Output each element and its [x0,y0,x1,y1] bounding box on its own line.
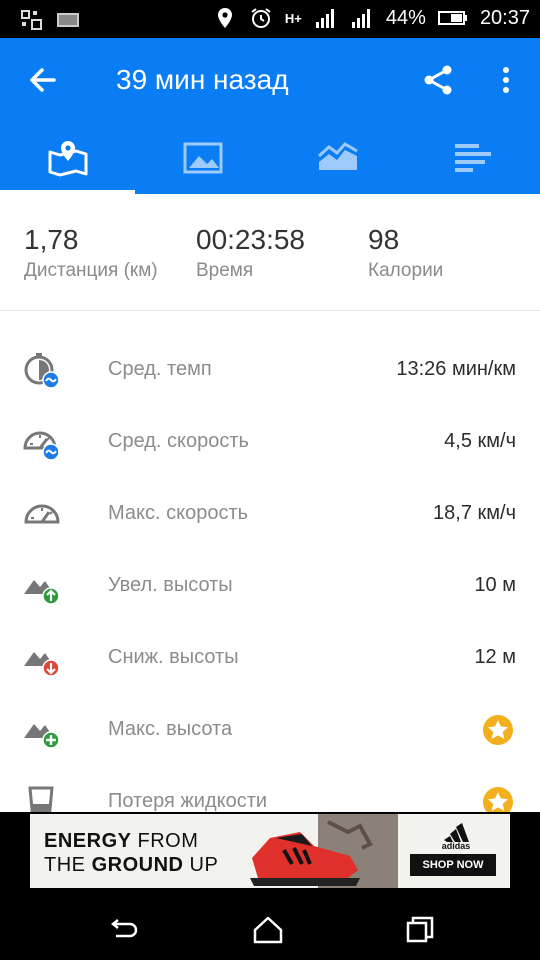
splits-icon [454,144,491,172]
tab-bar [0,122,540,194]
time-value: 00:23:58 [196,224,305,255]
distance-value: 1,78 [24,224,79,255]
page-title: 39 мин назад [116,64,289,95]
stat-label: Потеря жидкости [108,790,268,812]
ad-line2-pre: THE [44,854,92,876]
tab-photos[interactable] [135,122,270,194]
summary-calories: 98 Калории [368,224,443,282]
activity-summary: 1,78 Дистанция (км) 00:23:58 Время 98 Ка… [0,194,540,311]
max-altitude-icon [24,724,60,749]
network-type: H+ [284,10,302,26]
back-nav-icon[interactable] [104,912,140,948]
stat-label: Макс. высота [108,718,233,740]
more-options-icon[interactable] [494,62,518,98]
share-icon[interactable] [420,62,456,98]
map-icon [48,141,87,177]
stat-row-avg-pace: Сред. темп 13:26 мин/км [0,336,540,408]
chart-icon [317,142,358,170]
location-icon [217,8,232,28]
image-notification-icon [57,13,79,27]
elevation-gain-icon [24,580,60,605]
tab-splits[interactable] [405,122,540,194]
premium-star-icon[interactable] [482,714,514,746]
status-bar: H+ 44% 20:37 [0,0,540,38]
adidas-logo: adidas [442,823,471,850]
avg-speed-icon [23,431,60,461]
system-nav-bar [0,900,540,960]
ad-line1-rest: FROM [131,830,199,852]
battery-icon [437,11,467,25]
avg-pace-icon [24,353,60,389]
stat-label: Сред. скорость [108,430,249,452]
stat-row-elevation-gain: Увел. высоты 10 м [0,552,540,624]
calories-value: 98 [368,224,400,255]
svg-text:adidas: adidas [442,841,471,850]
ad-line2-bold: GROUND [91,854,184,876]
stat-row-avg-speed: Сред. скорость 4,5 км/ч [0,408,540,480]
ad-banner-container: ENERGY FROM THE GROUND UP adidas SHOP NO… [0,812,540,900]
battery-percent: 44% [385,6,426,29]
calories-label: Калории [368,260,444,281]
stat-row-max-altitude: Макс. высота [0,696,540,768]
back-arrow-icon[interactable] [24,62,60,98]
stat-value: 18,7 км/ч [433,502,516,524]
stat-row-max-speed: Макс. скорость 18,7 км/ч [0,480,540,552]
signal-icon-2 [351,9,370,28]
stat-value: 13:26 мин/км [396,358,516,380]
stat-label: Сред. темп [108,358,212,380]
summary-time: 00:23:58 Время [196,224,305,282]
elevation-loss-icon [24,652,60,677]
ad-line1-bold: ENERGY [44,830,132,852]
photo-icon [183,142,222,174]
summary-distance: 1,78 Дистанция (км) [24,224,158,282]
stat-row-elevation-loss: Сниж. высоты 12 м [0,624,540,696]
stat-value: 12 м [474,646,516,668]
tab-map[interactable] [0,122,135,194]
ad-headline-line1: ENERGY FROM [44,830,198,853]
max-speed-icon [24,504,60,524]
home-nav-icon[interactable] [250,912,286,948]
stat-value: 4,5 км/ч [444,430,516,452]
shoe-image [250,814,398,888]
stat-value: 10 м [474,574,516,596]
ad-banner[interactable]: ENERGY FROM THE GROUND UP adidas SHOP NO… [30,814,510,888]
tab-graphs[interactable] [270,122,405,194]
clock: 20:37 [479,6,530,29]
app-bar: 39 мин назад [0,38,540,122]
stat-label: Увел. высоты [108,574,233,596]
ad-headline-line2: THE GROUND UP [44,854,218,877]
signal-icon [315,9,334,28]
qr-notification-icon [21,10,42,30]
recents-nav-icon[interactable] [402,912,438,948]
stat-label: Сниж. высоты [108,646,239,668]
time-label: Время [196,260,254,281]
alarm-icon [251,8,271,28]
shop-now-button[interactable]: SHOP NOW [410,854,496,876]
stat-label: Макс. скорость [108,502,249,524]
ad-line2-rest: UP [183,854,219,876]
distance-label: Дистанция (км) [24,260,158,281]
